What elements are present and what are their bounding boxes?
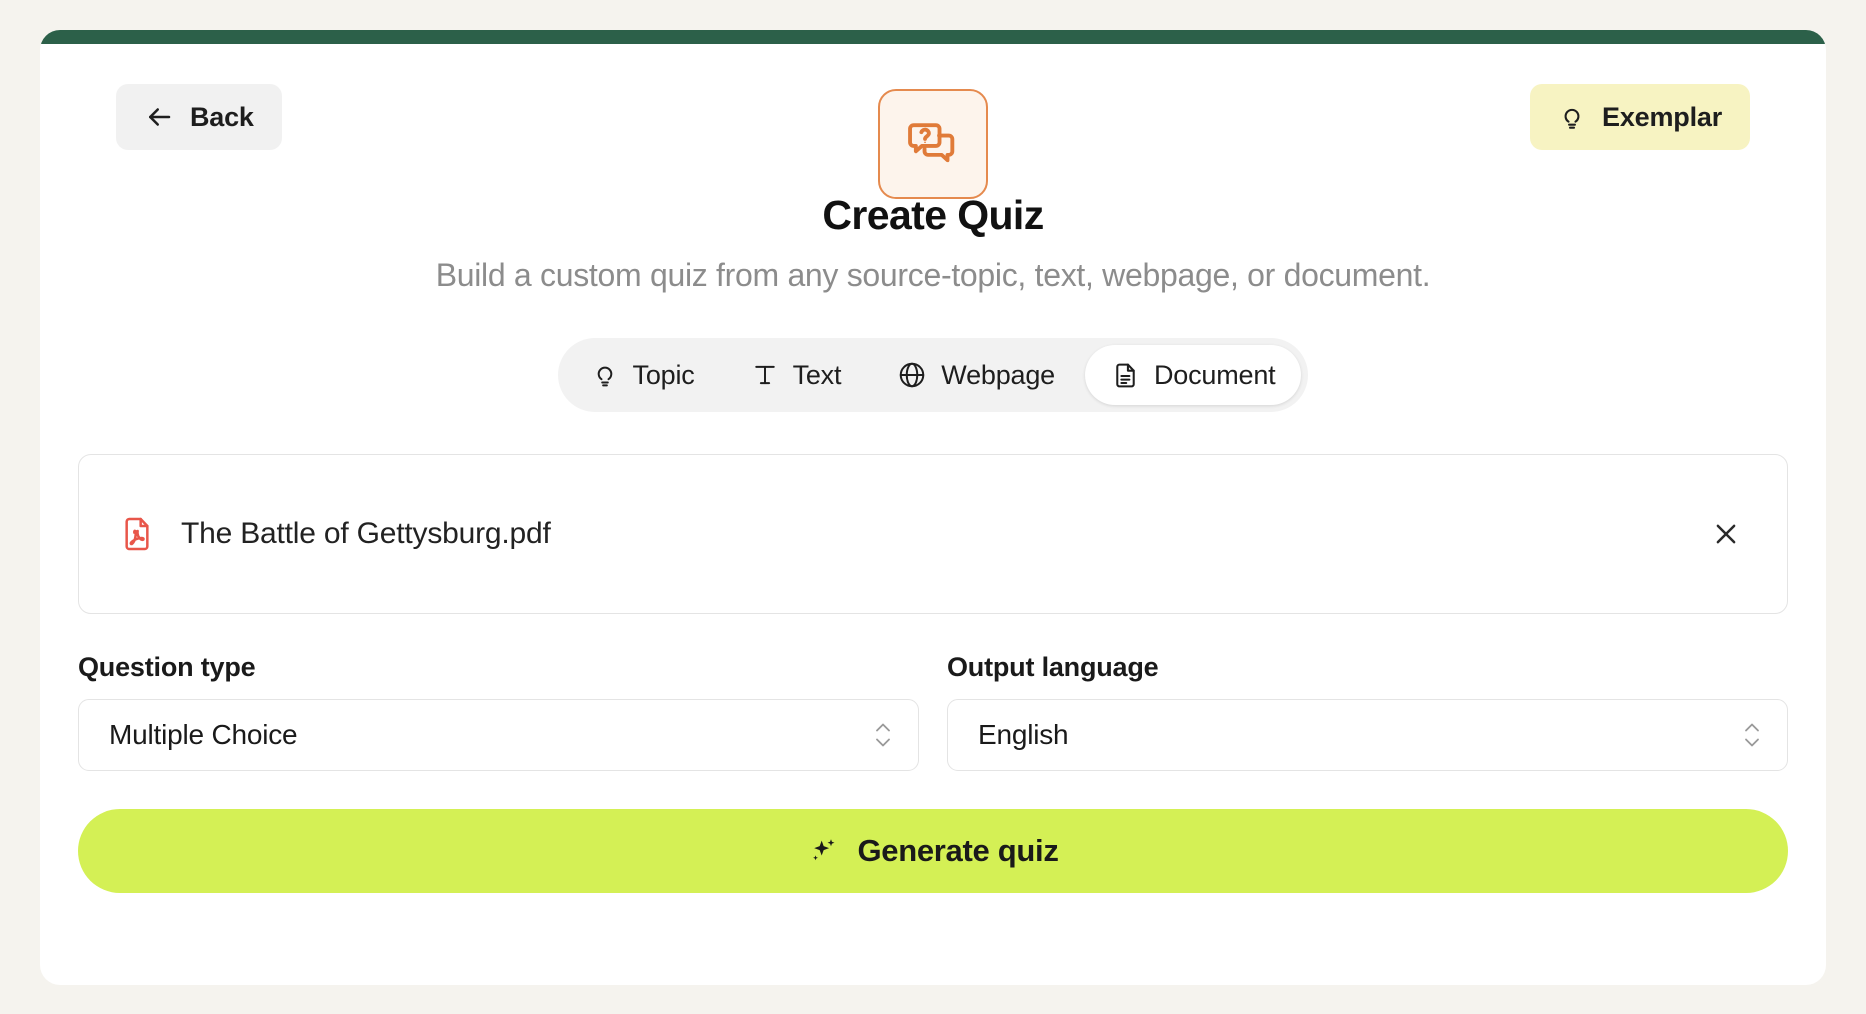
output-language-select[interactable]: English [947, 699, 1788, 771]
chevron-updown-icon [874, 723, 892, 748]
card-header: Back Exemplar [78, 44, 1788, 199]
output-language-value: English [978, 719, 1069, 750]
app-page: Back Exemplar Create Quiz Build a custom… [0, 0, 1866, 1014]
generate-quiz-button[interactable]: Generate quiz [78, 809, 1788, 893]
back-button[interactable]: Back [116, 84, 282, 150]
create-quiz-card: Back Exemplar Create Quiz Build a custom… [40, 30, 1826, 985]
tab-topic[interactable]: Topic [565, 345, 721, 405]
source-tabs: Topic Text Webpage Document [557, 338, 1309, 412]
sparkles-icon [807, 835, 839, 867]
page-title: Create Quiz [822, 192, 1044, 238]
exemplar-button[interactable]: Exemplar [1530, 84, 1750, 150]
card-top-accent-bar [40, 30, 1826, 44]
tab-webpage[interactable]: Webpage [871, 345, 1081, 405]
tab-text[interactable]: Text [725, 345, 868, 405]
tab-text-label: Text [792, 359, 842, 390]
tab-topic-label: Topic [632, 359, 695, 390]
options-row: Question type Multiple Choice Output lan… [78, 652, 1788, 771]
quiz-hero-icon [878, 89, 988, 199]
lightbulb-icon [1558, 103, 1586, 131]
question-type-field: Question type Multiple Choice [78, 652, 919, 771]
generate-quiz-label: Generate quiz [857, 833, 1059, 868]
chevron-updown-icon [1743, 723, 1761, 748]
question-type-label: Question type [78, 652, 256, 682]
source-tabs-wrapper: Topic Text Webpage Document [78, 338, 1788, 412]
tab-document[interactable]: Document [1084, 345, 1302, 405]
output-language-field: Output language English [947, 652, 1788, 771]
page-subtitle: Build a custom quiz from any source-topi… [435, 257, 1431, 293]
text-t-icon [751, 361, 779, 389]
uploaded-file-name: The Battle of Gettysburg.pdf [181, 517, 551, 550]
lightbulb-icon [591, 361, 619, 389]
card-body: Back Exemplar Create Quiz Build a custom… [40, 44, 1826, 985]
pdf-file-icon [117, 514, 157, 554]
back-button-label: Back [190, 101, 254, 132]
tab-document-label: Document [1153, 359, 1276, 390]
exemplar-button-label: Exemplar [1602, 101, 1722, 132]
remove-file-button[interactable] [1703, 511, 1749, 557]
globe-icon [897, 360, 927, 390]
question-type-value: Multiple Choice [109, 719, 298, 750]
question-type-select[interactable]: Multiple Choice [78, 699, 919, 771]
arrow-left-icon [144, 102, 174, 132]
output-language-label: Output language [947, 652, 1159, 682]
close-x-icon [1711, 519, 1741, 549]
uploaded-file-info: The Battle of Gettysburg.pdf [117, 514, 551, 554]
document-icon [1111, 361, 1140, 390]
uploaded-file-box: The Battle of Gettysburg.pdf [78, 454, 1788, 614]
tab-webpage-label: Webpage [941, 359, 1055, 390]
